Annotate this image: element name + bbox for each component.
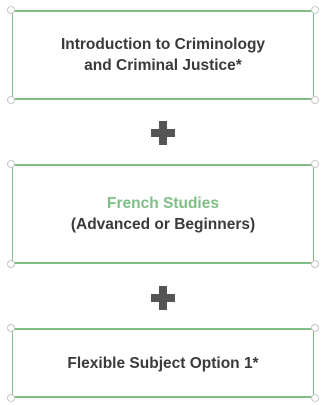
subject-box-french: French Studies (Advanced or Beginners) bbox=[7, 160, 319, 268]
corner-node bbox=[311, 260, 319, 268]
corner-node bbox=[7, 260, 15, 268]
plus-icon bbox=[151, 121, 175, 145]
corner-node bbox=[7, 96, 15, 104]
subject-title-line-2: and Criminal Justice* bbox=[84, 57, 242, 74]
corner-node bbox=[311, 324, 319, 332]
corner-node bbox=[7, 160, 15, 168]
corner-node bbox=[311, 96, 319, 104]
subject-box-criminology: Introduction to Criminology and Criminal… bbox=[7, 6, 319, 104]
subject-title: Flexible Subject Option 1* bbox=[67, 354, 259, 372]
plus-icon bbox=[151, 286, 175, 310]
corner-node bbox=[7, 324, 15, 332]
corner-node bbox=[311, 394, 319, 402]
subject-box-flexible: Flexible Subject Option 1* bbox=[7, 324, 319, 402]
corner-node bbox=[311, 160, 319, 168]
corner-node bbox=[311, 6, 319, 14]
subject-title-line-1: Introduction to Criminology bbox=[60, 36, 266, 53]
subject-subtitle: (Advanced or Beginners) bbox=[70, 216, 256, 233]
subject-title: French Studies bbox=[107, 195, 219, 212]
corner-node bbox=[7, 6, 15, 14]
corner-node bbox=[7, 394, 15, 402]
